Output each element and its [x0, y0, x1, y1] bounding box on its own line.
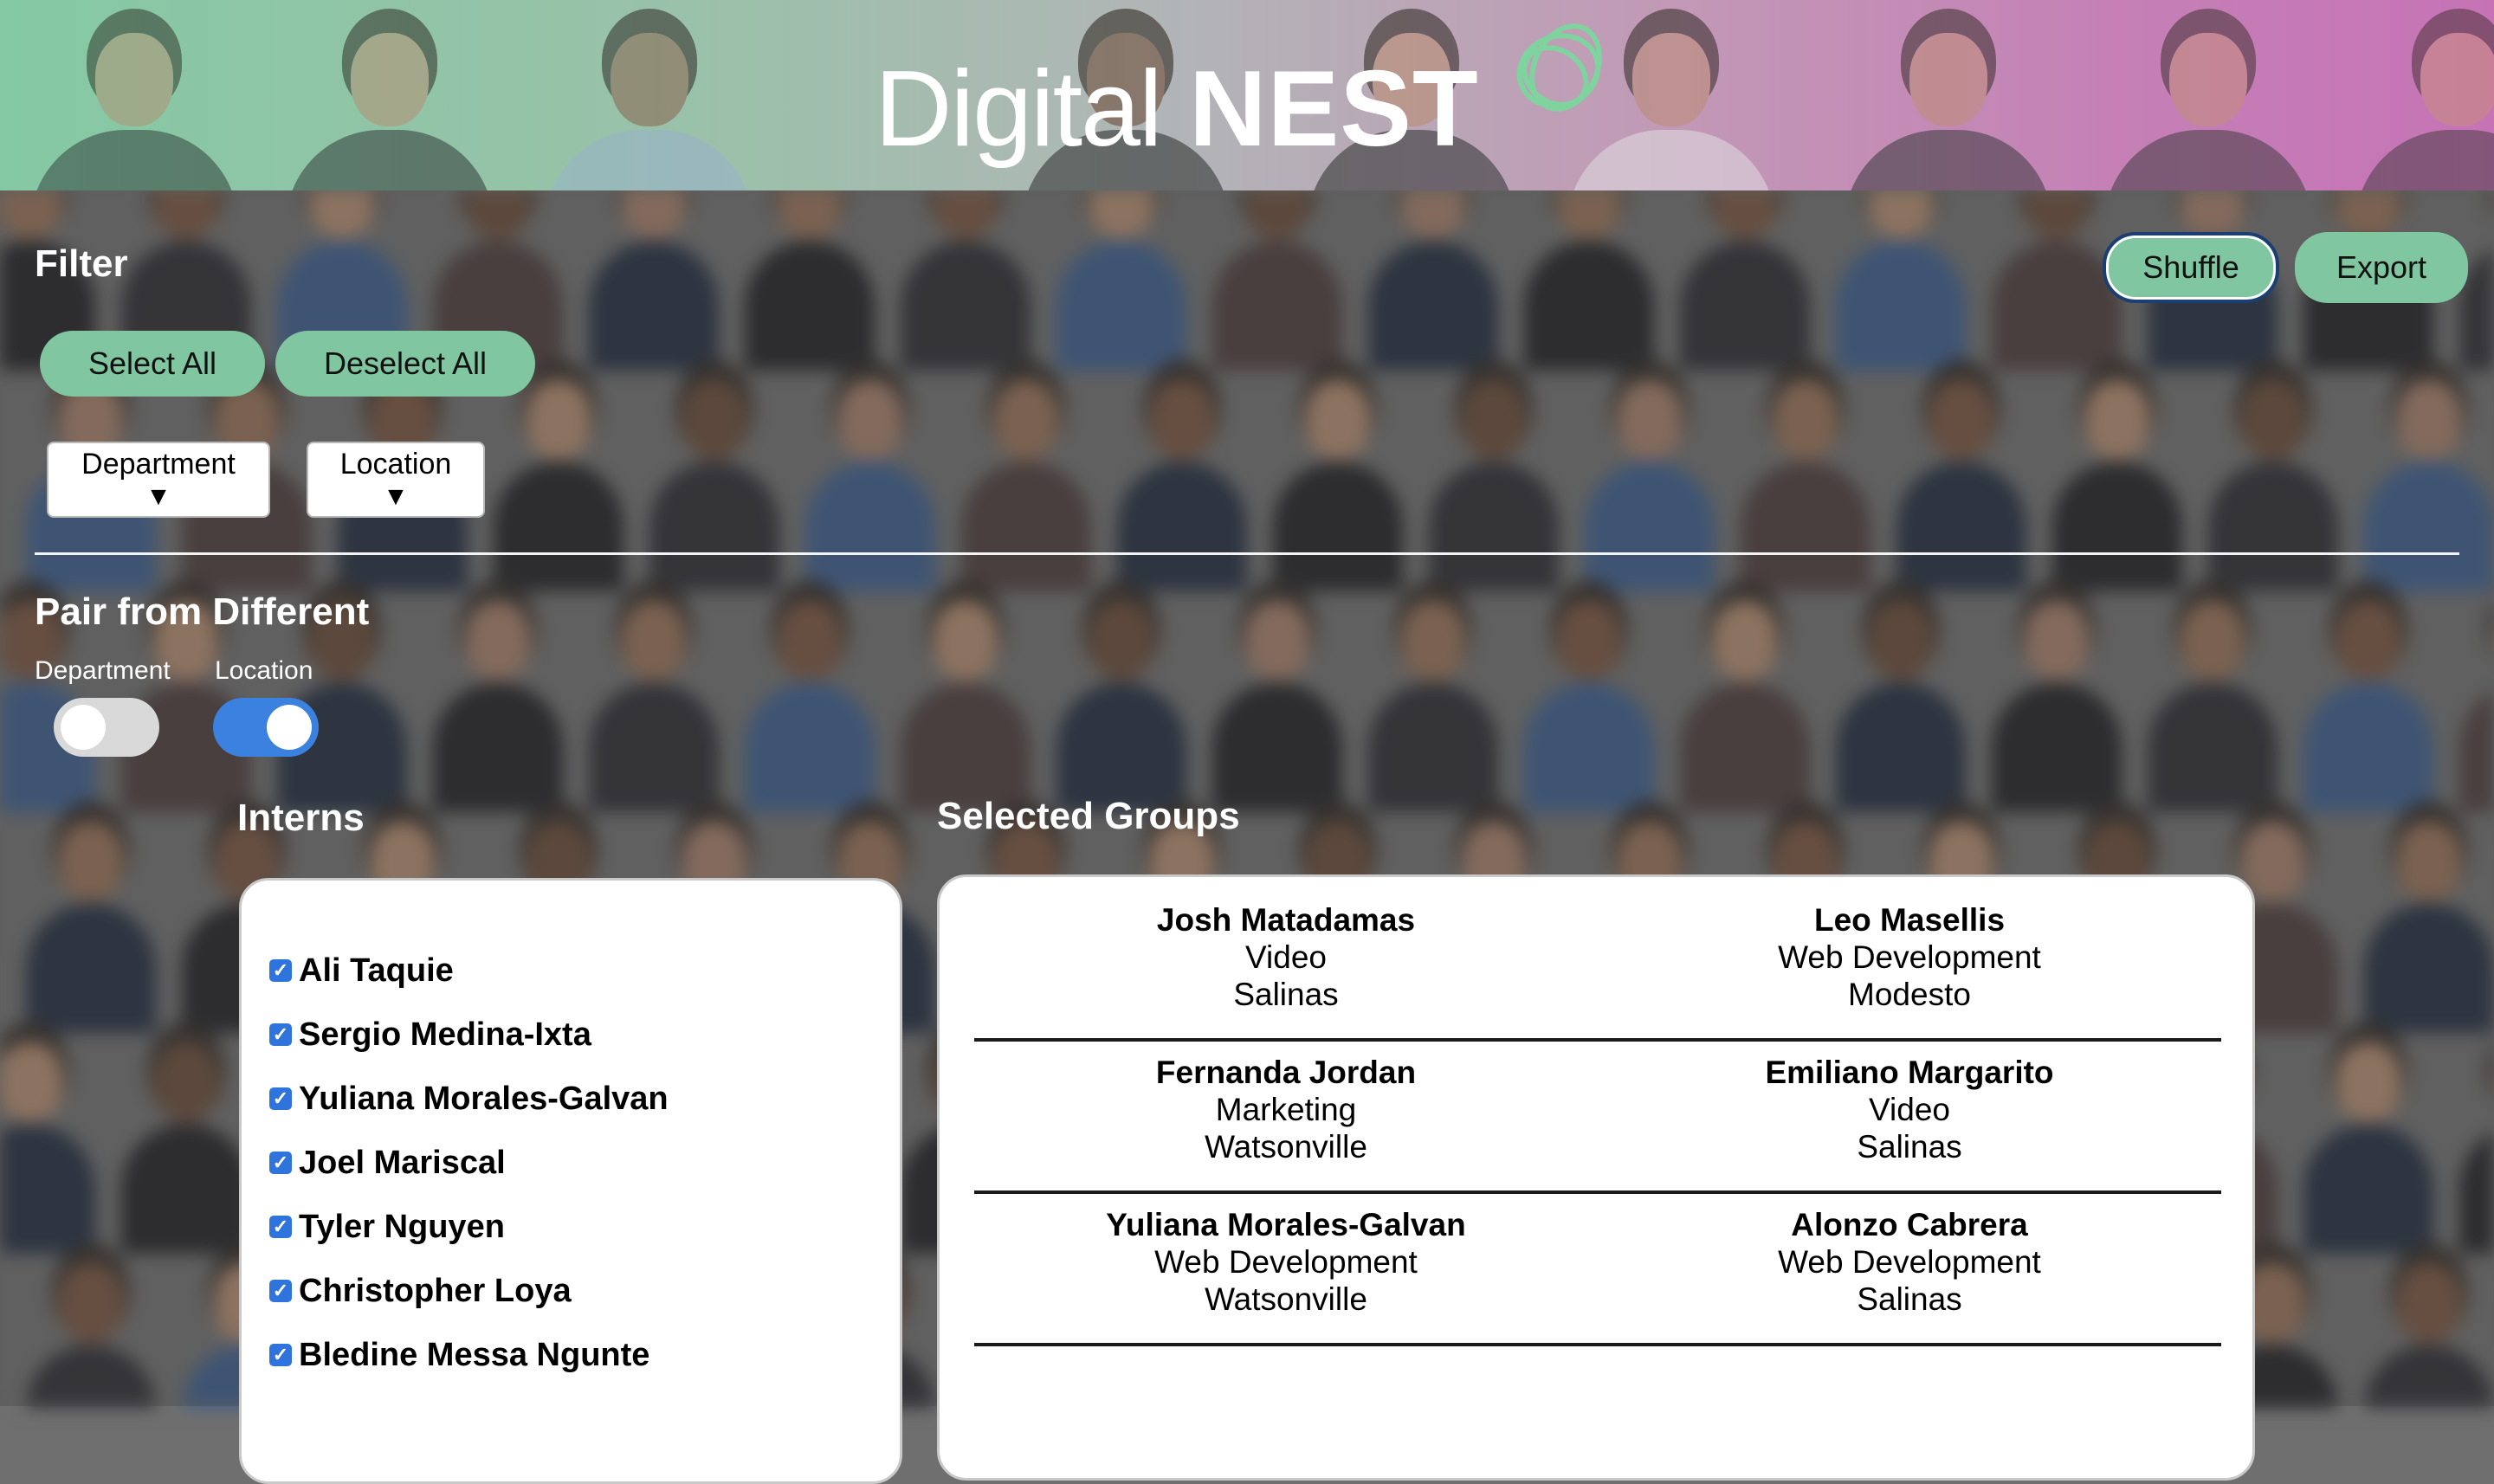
- member-name: Josh Matadamas: [1156, 902, 1416, 938]
- intern-checkbox[interactable]: ✓: [269, 1216, 292, 1238]
- pair-from-different-title: Pair from Different: [35, 590, 370, 633]
- location-toggle[interactable]: [213, 698, 319, 757]
- member-location: Modesto: [1848, 977, 1971, 1012]
- location-dropdown[interactable]: Location ▼: [307, 442, 485, 518]
- header-banner: Digital NEST: [0, 0, 2494, 190]
- intern-item: ✓ Christopher Loya: [269, 1267, 572, 1315]
- group-member: Emiliano Margarito Video Salinas: [1598, 1054, 2221, 1165]
- intern-checkbox[interactable]: ✓: [269, 1152, 292, 1174]
- section-divider: [35, 552, 2459, 555]
- department-toggle-label: Department: [35, 656, 171, 685]
- export-button[interactable]: Export: [2295, 232, 2468, 303]
- department-dropdown[interactable]: Department ▼: [47, 442, 270, 518]
- group-row: Fernanda Jordan Marketing Watsonville Em…: [974, 1042, 2221, 1194]
- member-location: Salinas: [1233, 977, 1339, 1012]
- intern-item: ✓ Ali Taquie: [269, 946, 454, 995]
- intern-name: Yuliana Morales-Galvan: [299, 1080, 669, 1117]
- toggle-knob: [61, 705, 106, 750]
- group-row: Josh Matadamas Video Salinas Leo Maselli…: [974, 889, 2221, 1042]
- intern-item: ✓ Tyler Nguyen: [269, 1203, 505, 1251]
- group-member: Yuliana Morales-Galvan Web Development W…: [974, 1206, 1598, 1318]
- intern-name: Joel Mariscal: [299, 1144, 506, 1181]
- intern-item: ✓ Yuliana Morales-Galvan: [269, 1074, 669, 1123]
- intern-checkbox[interactable]: ✓: [269, 1344, 292, 1366]
- member-department: Marketing: [1215, 1092, 1357, 1127]
- member-department: Video: [1869, 1092, 1950, 1127]
- interns-title: Interns: [237, 797, 365, 839]
- intern-item: ✓ Sergio Medina-Ixta: [269, 1010, 591, 1059]
- logo-text-nest: NEST: [1189, 49, 1479, 169]
- intern-checkbox[interactable]: ✓: [269, 959, 292, 982]
- group-member: Josh Matadamas Video Salinas: [974, 901, 1598, 1013]
- member-department: Video: [1245, 939, 1327, 975]
- department-toggle[interactable]: [54, 698, 159, 757]
- select-all-button[interactable]: Select All: [40, 331, 265, 397]
- group-member: Alonzo Cabrera Web Development Salinas: [1598, 1206, 2221, 1318]
- intern-name: Ali Taquie: [299, 952, 454, 989]
- member-name: Fernanda Jordan: [1155, 1055, 1417, 1090]
- selected-groups-panel: Josh Matadamas Video Salinas Leo Maselli…: [937, 874, 2255, 1481]
- member-name: Emiliano Margarito: [1765, 1055, 2054, 1090]
- dropdown-arrow-icon: ▼: [383, 482, 409, 511]
- digital-nest-logo: Digital NEST: [875, 48, 1479, 170]
- intern-name: Sergio Medina-Ixta: [299, 1016, 591, 1053]
- member-location: Salinas: [1857, 1129, 1962, 1165]
- intern-item: ✓ Joel Mariscal: [269, 1139, 506, 1187]
- member-location: Salinas: [1857, 1281, 1962, 1317]
- member-location: Watsonville: [1205, 1281, 1367, 1317]
- deselect-all-button[interactable]: Deselect All: [275, 331, 535, 397]
- member-department: Web Development: [1154, 1244, 1418, 1280]
- intern-name: Bledine Messa Ngunte: [299, 1336, 650, 1373]
- filter-title: Filter: [35, 242, 128, 285]
- member-name: Alonzo Cabrera: [1791, 1207, 2028, 1242]
- group-member: Leo Masellis Web Development Modesto: [1598, 901, 2221, 1013]
- shuffle-button[interactable]: Shuffle: [2103, 232, 2279, 303]
- member-location: Watsonville: [1205, 1129, 1367, 1165]
- group-member: Fernanda Jordan Marketing Watsonville: [974, 1054, 1598, 1165]
- intern-name: Tyler Nguyen: [299, 1208, 505, 1245]
- intern-name: Christopher Loya: [299, 1272, 572, 1309]
- department-dropdown-label: Department: [81, 448, 236, 481]
- intern-checkbox[interactable]: ✓: [269, 1087, 292, 1110]
- interns-panel: ✓ Ali Taquie ✓ Sergio Medina-Ixta ✓ Yuli…: [239, 878, 902, 1484]
- dropdown-arrow-icon: ▼: [145, 482, 171, 511]
- member-name: Yuliana Morales-Galvan: [1106, 1207, 1466, 1242]
- logo-text-digital: Digital: [875, 49, 1163, 169]
- member-department: Web Development: [1778, 939, 2041, 975]
- group-row: Yuliana Morales-Galvan Web Development W…: [974, 1194, 2221, 1346]
- selected-groups-title: Selected Groups: [937, 795, 1240, 837]
- nest-swirl-icon: [1516, 23, 1602, 112]
- intern-item: ✓ Bledine Messa Ngunte: [269, 1331, 649, 1379]
- intern-checkbox[interactable]: ✓: [269, 1023, 292, 1046]
- location-dropdown-label: Location: [339, 448, 452, 481]
- member-name: Leo Masellis: [1813, 902, 2006, 938]
- location-toggle-label: Location: [215, 656, 313, 685]
- member-department: Web Development: [1778, 1244, 2041, 1280]
- intern-checkbox[interactable]: ✓: [269, 1280, 292, 1302]
- toggle-knob: [267, 705, 312, 750]
